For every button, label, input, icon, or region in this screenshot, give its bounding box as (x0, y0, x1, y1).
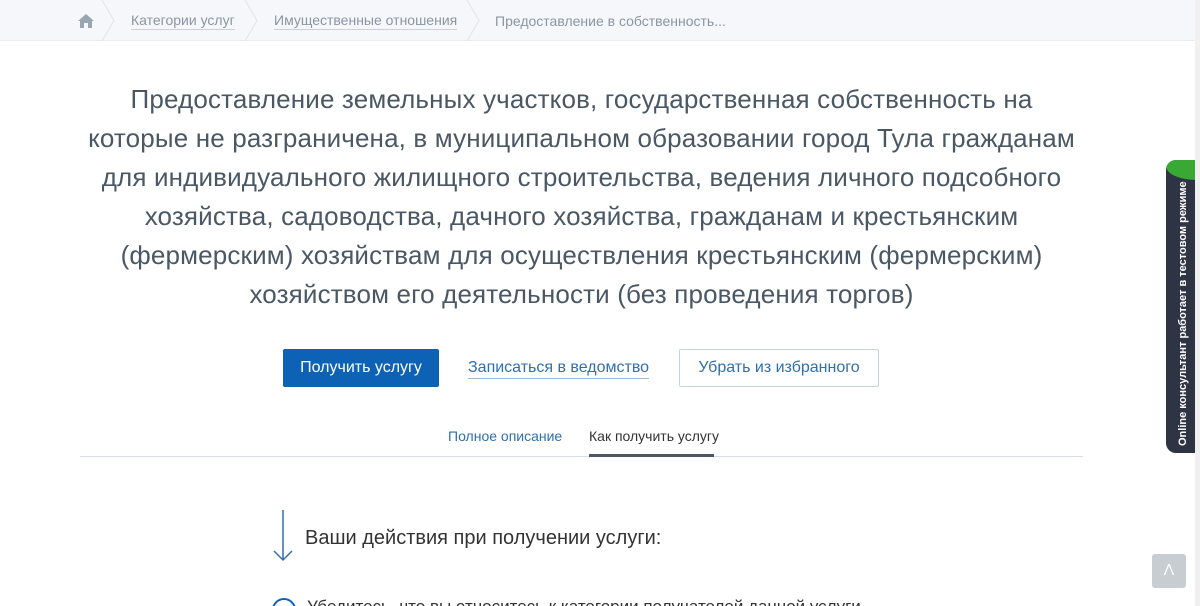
chevron-up-icon: Λ (1163, 562, 1175, 579)
tabs-divider (80, 456, 1083, 457)
step-circle-icon (272, 598, 296, 606)
breadcrumb-item-property[interactable]: Имущественные отношения (274, 0, 458, 41)
get-service-button[interactable]: Получить услугу (283, 349, 439, 387)
remove-favorite-button[interactable]: Убрать из избранного (679, 349, 879, 387)
consultant-label: Online консультант работает в тестовом р… (1177, 181, 1189, 446)
actions-heading: Ваши действия при получении услуги: (305, 527, 662, 549)
scrollbar[interactable] (1195, 0, 1200, 606)
breadcrumb-separator-icon (466, 0, 480, 41)
active-tab-indicator (589, 454, 714, 457)
tab-full-description[interactable]: Полное описание (448, 428, 562, 444)
breadcrumb-item-current: Предоставление в собственность... (495, 0, 726, 41)
breadcrumb-item-categories[interactable]: Категории услуг (131, 0, 235, 41)
breadcrumb-separator-icon (101, 0, 115, 41)
breadcrumb: Категории услуг Имущественные отношения … (0, 0, 1200, 41)
service-title: Предоставление земельных участков, госуд… (88, 84, 1075, 309)
breadcrumb-current-label: Предоставление в собственность... (495, 12, 726, 29)
step-text: Убедитесь, что вы относитесь к категории… (307, 597, 861, 606)
breadcrumb-separator-icon (244, 0, 258, 41)
scroll-top-button[interactable]: Λ (1152, 554, 1186, 588)
home-icon[interactable] (66, 0, 106, 41)
arrow-down-icon (273, 510, 293, 562)
tab-how-to-get[interactable]: Как получить услугу (589, 428, 719, 444)
breadcrumb-link-property[interactable]: Имущественные отношения (274, 12, 458, 30)
breadcrumb-link-categories[interactable]: Категории услуг (131, 12, 235, 30)
book-department-link[interactable]: Записаться в ведомство (468, 358, 650, 379)
